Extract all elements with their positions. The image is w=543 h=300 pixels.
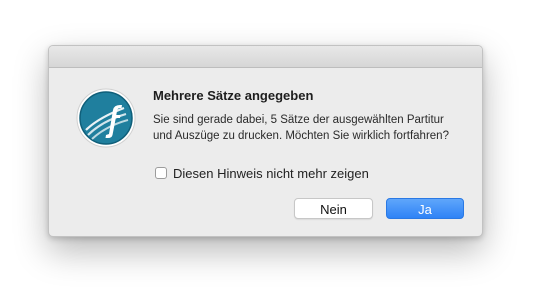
alert-dialog: Mehrere Sätze angegeben Sie sind gerade …: [48, 45, 483, 237]
no-button[interactable]: Nein: [294, 198, 373, 219]
dialog-titlebar: [49, 46, 482, 68]
dont-show-again-option[interactable]: Diesen Hinweis nicht mehr zeigen: [155, 165, 369, 181]
yes-button[interactable]: Ja: [386, 198, 464, 219]
dont-show-again-checkbox[interactable]: [155, 167, 167, 179]
dont-show-again-label[interactable]: Diesen Hinweis nicht mehr zeigen: [173, 166, 369, 181]
screen: Mehrere Sätze angegeben Sie sind gerade …: [0, 0, 543, 300]
finale-app-icon: [76, 88, 136, 148]
dialog-message: Sie sind gerade dabei, 5 Sätze der ausge…: [153, 114, 449, 142]
dialog-title: Mehrere Sätze angegeben: [153, 88, 314, 103]
